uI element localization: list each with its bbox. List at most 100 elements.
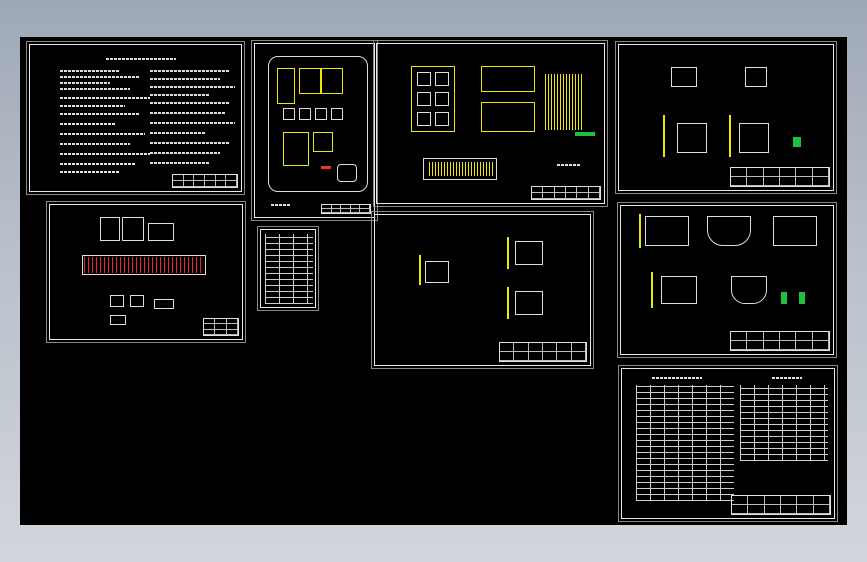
dim-line [419, 255, 421, 285]
materials-table [740, 385, 828, 461]
detail-section [739, 123, 769, 153]
title-block [499, 342, 587, 362]
notes-text-line [150, 102, 230, 104]
notes-text-line [150, 152, 220, 154]
dim-line [507, 287, 509, 319]
notes-text-line [150, 78, 220, 80]
notes-text-line [60, 133, 145, 135]
tank-cell [435, 112, 449, 126]
section-detail [515, 241, 543, 265]
section-sheet[interactable] [371, 211, 594, 369]
section-view [481, 66, 535, 92]
detail-section [645, 216, 689, 246]
detail-label [557, 164, 581, 166]
notes-text-line [60, 88, 130, 90]
flow-unit [110, 315, 126, 325]
equipment-list-sheet[interactable] [618, 365, 838, 522]
building-outline [277, 68, 295, 104]
title-block [172, 174, 238, 188]
building-outline [313, 132, 333, 152]
grating-pattern [545, 74, 583, 130]
detail-section [661, 276, 697, 304]
title-block [531, 186, 601, 200]
notes-text-line [60, 143, 130, 145]
detail-section [731, 276, 767, 304]
tank-cell [417, 72, 431, 86]
notes-heading [106, 58, 176, 60]
tank-outline [283, 108, 295, 120]
notes-text-line [150, 94, 210, 96]
table-heading [772, 377, 802, 379]
notes-text-line [60, 163, 135, 165]
equipment-table [636, 385, 734, 501]
tank-cell [435, 92, 449, 106]
section-plan [425, 261, 449, 283]
notes-text-line [150, 132, 205, 134]
dim-line [663, 115, 665, 157]
tank-outline [315, 108, 327, 120]
tank-cell [435, 72, 449, 86]
detail-plan [745, 67, 767, 87]
green-marker [793, 137, 801, 147]
green-marker [799, 292, 805, 304]
marker-red [321, 166, 331, 169]
notes-text-line [60, 171, 120, 173]
notes-text-line [150, 162, 210, 164]
index-table [265, 234, 313, 304]
building-outline [283, 132, 309, 166]
building-outline [321, 68, 343, 94]
notes-text-line [60, 105, 125, 107]
flow-unit [148, 223, 174, 241]
flow-unit [100, 217, 120, 241]
cad-drawing-canvas[interactable] [20, 37, 847, 525]
process-flow-sheet[interactable] [46, 201, 246, 343]
building-outline [299, 68, 321, 94]
flow-unit [154, 299, 174, 309]
title-block [731, 495, 831, 515]
site-label [271, 204, 291, 206]
tank-cell [417, 112, 431, 126]
detail-sheet-1[interactable] [615, 41, 837, 194]
notes-text-line [150, 122, 235, 124]
tank-plan-sheet[interactable] [373, 40, 608, 207]
notes-text-line [150, 86, 235, 88]
notes-text-line [60, 76, 140, 78]
title-block [730, 331, 830, 351]
green-marker [781, 292, 787, 304]
notes-text-line [60, 113, 140, 115]
notes-text-line [60, 153, 150, 155]
table-heading [652, 377, 702, 379]
site-plan-sheet[interactable] [251, 40, 378, 221]
detail-section [707, 216, 751, 246]
flow-unit [110, 295, 124, 307]
notes-text-line [60, 70, 120, 72]
section-view [481, 102, 535, 132]
detail-plan [671, 67, 697, 87]
title-block [321, 204, 371, 214]
process-bar-outline [82, 255, 206, 275]
title-block [203, 318, 239, 336]
notes-sheet[interactable] [26, 41, 245, 195]
dim-line [651, 272, 653, 308]
index-table-sheet[interactable] [257, 226, 319, 311]
section-detail [515, 291, 543, 315]
tank-outline [299, 108, 311, 120]
dim-line [507, 237, 509, 269]
tank-cell [417, 92, 431, 106]
notes-text-line [60, 123, 115, 125]
dim-line [729, 115, 731, 157]
road-outline [337, 164, 357, 182]
notes-text-line [60, 97, 150, 99]
notes-text-line [150, 142, 230, 144]
detail-sheet-2[interactable] [617, 202, 837, 358]
green-marker [575, 132, 595, 136]
dim-line [639, 214, 641, 248]
notes-text-line [60, 82, 110, 84]
notes-text-line [150, 112, 225, 114]
detail-section [677, 123, 707, 153]
elevation-outline [423, 158, 497, 180]
notes-text-line [150, 70, 230, 72]
detail-section [773, 216, 817, 246]
flow-unit [122, 217, 144, 241]
title-block [730, 167, 830, 187]
